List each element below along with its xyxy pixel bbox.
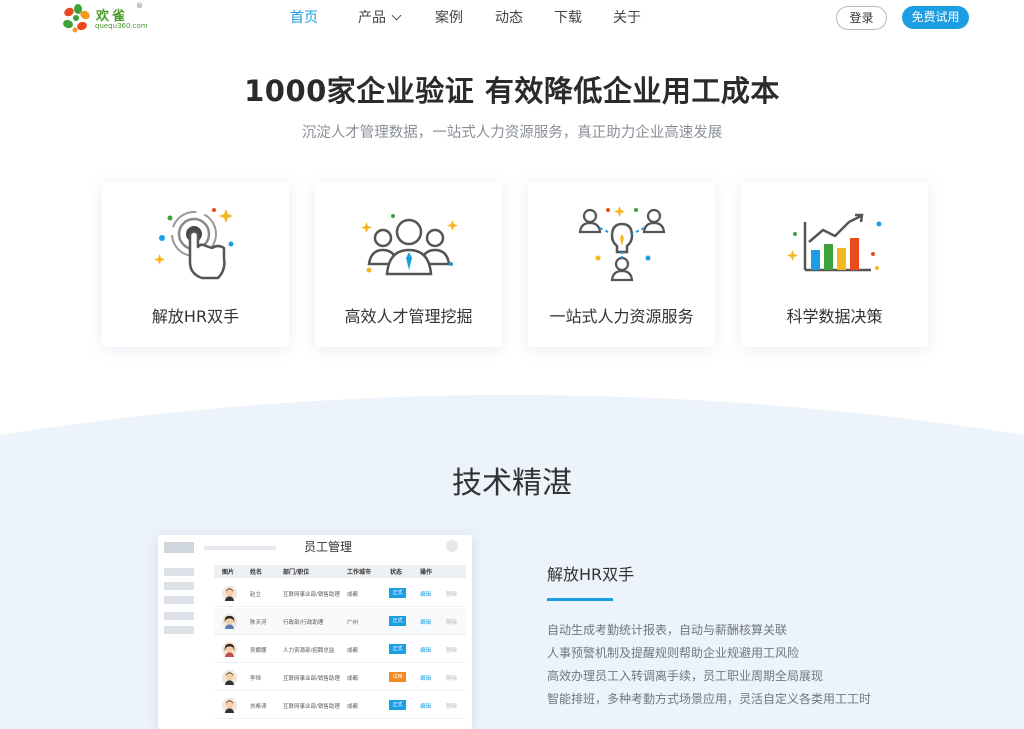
login-button[interactable]: 登录 bbox=[836, 6, 887, 30]
edit-link: 编辑 bbox=[420, 620, 432, 626]
feature-card-talent[interactable]: 高效人才管理挖掘 bbox=[315, 182, 502, 347]
employee-management-mockup: 员工管理 图片 姓名 部门/职位 工作城市 状态 操作 赵立 互联网事业部/销售… bbox=[158, 535, 472, 729]
feature-card-data-decision[interactable]: 科学数据决策 bbox=[741, 182, 928, 347]
mockup-th: 状态 bbox=[390, 569, 403, 576]
edit-link: 编辑 bbox=[420, 704, 432, 710]
hero-title: 1000家企业验证 有效降低企业用工成本 bbox=[244, 74, 780, 108]
mockup-sidebar-item bbox=[164, 568, 194, 576]
team-people-icon bbox=[361, 214, 458, 276]
avatar-icon bbox=[222, 642, 237, 657]
free-trial-button[interactable]: 免费试用 bbox=[902, 6, 969, 29]
feature-card-one-stop[interactable]: 一站式人力资源服务 bbox=[528, 182, 715, 347]
employee-city: 成都 bbox=[347, 676, 359, 682]
employee-name: 陈天河 bbox=[250, 620, 267, 626]
status-badge: 试用 bbox=[389, 672, 406, 682]
delete-link: 删除 bbox=[446, 704, 458, 710]
status-badge: 正式 bbox=[389, 644, 406, 654]
delete-link: 删除 bbox=[446, 676, 458, 682]
nav-item-home[interactable]: 首页 bbox=[290, 0, 358, 38]
feature-card-label: 一站式人力资源服务 bbox=[549, 307, 694, 326]
status-badge: 正式 bbox=[389, 700, 406, 710]
chevron-down-icon bbox=[391, 10, 402, 21]
mockup-sidebar-logo bbox=[164, 542, 194, 553]
nav-item-cases[interactable]: 案例 bbox=[435, 0, 495, 38]
mockup-th: 工作城市 bbox=[347, 569, 372, 576]
avatar-icon bbox=[222, 670, 237, 685]
logo-flower-icon bbox=[63, 4, 90, 33]
nav-item-news[interactable]: 动态 bbox=[495, 0, 554, 38]
mockup-th: 姓名 bbox=[250, 569, 263, 576]
mockup-sidebar-item bbox=[164, 612, 194, 620]
mockup-title: 员工管理 bbox=[304, 540, 353, 554]
edit-link: 编辑 bbox=[420, 592, 432, 598]
mockup-table-header: 图片 姓名 部门/职位 工作城市 状态 操作 bbox=[214, 565, 466, 578]
employee-dept: 互联网事业部/销售助理 bbox=[283, 704, 340, 710]
feature-card-free-hr[interactable]: 解放HR双手 bbox=[102, 182, 289, 347]
table-row: 吴娜娜 人力资源部/招聘总监 成都 正式 编辑 删除 bbox=[214, 636, 466, 663]
avatar-icon bbox=[222, 698, 237, 713]
table-row: 刘希涛 互联网事业部/销售助理 成都 正式 编辑 删除 bbox=[214, 692, 466, 719]
bar-chart-growth-icon bbox=[787, 213, 882, 272]
employee-name: 赵立 bbox=[250, 592, 262, 598]
brand-url: quequ360.com bbox=[95, 22, 148, 30]
status-badge: 正式 bbox=[389, 588, 406, 598]
mockup-sidebar-item bbox=[164, 582, 194, 590]
avatar-icon bbox=[222, 586, 237, 601]
mockup-sidebar-item bbox=[164, 626, 194, 634]
edit-link: 编辑 bbox=[420, 676, 432, 682]
delete-link: 删除 bbox=[446, 620, 458, 626]
tech-feature-item: 自动生成考勤统计报表，自动与薪酬核算关联 bbox=[547, 623, 788, 637]
nav-item-products-label: 产品 bbox=[358, 10, 386, 26]
employee-name: 刘希涛 bbox=[250, 704, 267, 710]
tech-section-background bbox=[0, 395, 1024, 729]
tech-feature-item: 高效办理员工入转调离手续，员工职业周期全局展现 bbox=[547, 669, 824, 683]
employee-dept: 互联网事业部/销售助理 bbox=[283, 592, 340, 598]
employee-name: 李恒 bbox=[250, 676, 262, 682]
table-row: 陈天河 行政部/行政助理 广州 正式 编辑 删除 bbox=[214, 608, 466, 635]
mockup-sidebar-item bbox=[164, 596, 194, 604]
mockup-th: 图片 bbox=[222, 569, 235, 576]
feature-card-label: 高效人才管理挖掘 bbox=[344, 307, 473, 326]
employee-city: 广州 bbox=[347, 620, 359, 626]
feature-card-label: 解放HR双手 bbox=[151, 307, 240, 326]
nav-item-products[interactable]: 产品 bbox=[358, 0, 435, 38]
edit-link: 编辑 bbox=[420, 648, 432, 654]
table-row: 赵立 互联网事业部/销售助理 成都 正式 编辑 删除 bbox=[214, 580, 466, 607]
nav-item-download[interactable]: 下载 bbox=[554, 0, 613, 38]
employee-city: 成都 bbox=[347, 648, 359, 654]
employee-name: 吴娜娜 bbox=[250, 648, 267, 654]
brand-registered-mark: ® bbox=[136, 2, 143, 10]
tech-feature-title: 解放HR双手 bbox=[547, 565, 635, 584]
mockup-th: 操作 bbox=[420, 569, 433, 576]
brand-logo[interactable]: 欢雀 ® quequ360.com bbox=[60, 2, 150, 35]
nav-item-about[interactable]: 关于 bbox=[613, 0, 663, 38]
delete-link: 删除 bbox=[446, 592, 458, 598]
employee-dept: 行政部/行政助理 bbox=[283, 620, 324, 626]
top-header: 欢雀 ® quequ360.com 首页 产品 案例 动态 下载 关于 登录 免… bbox=[0, 0, 1024, 38]
delete-link: 删除 bbox=[446, 648, 458, 654]
avatar-icon bbox=[222, 614, 237, 629]
hero-subtitle: 沉淀人才管理数据，一站式人力资源服务，真正助力企业高速发展 bbox=[301, 125, 723, 141]
employee-dept: 互联网事业部/销售助理 bbox=[283, 676, 340, 682]
mockup-th: 部门/职位 bbox=[283, 569, 310, 576]
employee-city: 成都 bbox=[347, 592, 359, 598]
mockup-topbar bbox=[204, 546, 276, 550]
table-row: 李恒 互联网事业部/销售助理 成都 试用 编辑 删除 bbox=[214, 664, 466, 691]
status-badge: 正式 bbox=[389, 616, 406, 626]
tech-feature-item: 人事预警机制及提醒规则帮助企业规避用工风险 bbox=[547, 646, 800, 660]
tech-feature-item: 智能排班，多种考勤方式场景应用，灵活自定义各类用工工时 bbox=[547, 692, 872, 706]
feature-card-label: 科学数据决策 bbox=[786, 307, 883, 326]
touch-hand-icon bbox=[154, 208, 234, 280]
employee-dept: 人力资源部/招聘总监 bbox=[283, 648, 335, 654]
main-nav: 首页 产品 案例 动态 下载 关于 bbox=[290, 0, 663, 38]
mockup-avatar bbox=[446, 540, 458, 552]
tech-feature-underline bbox=[547, 598, 613, 601]
lightbulb-network-icon bbox=[578, 206, 666, 282]
employee-city: 成都 bbox=[347, 704, 359, 710]
tech-section-title: 技术精湛 bbox=[452, 466, 572, 501]
